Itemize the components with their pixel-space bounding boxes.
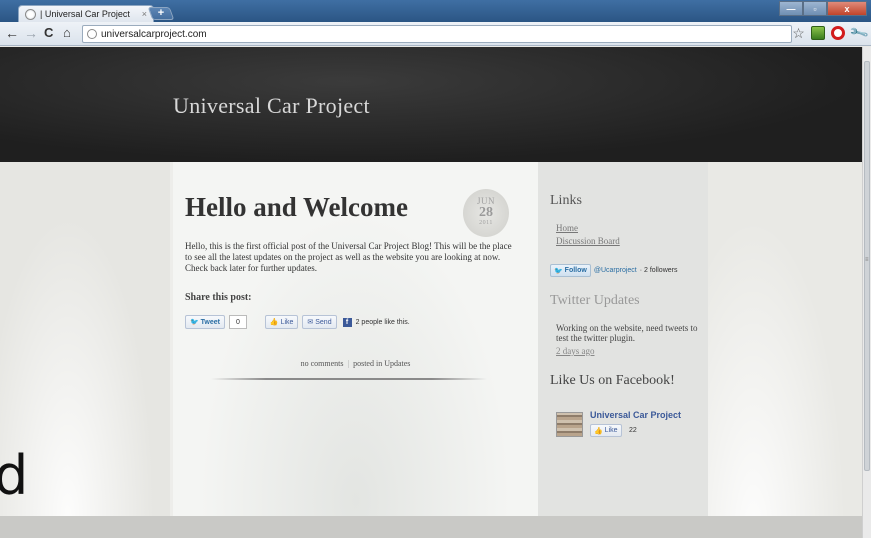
- overlay-glyph: d: [0, 444, 29, 507]
- send-label: Send: [315, 318, 332, 326]
- follower-count: · 2 followers: [639, 267, 678, 274]
- tweet-label: Tweet: [200, 318, 220, 326]
- facebook-like-box: Universal Car Project 👍 Like 22: [556, 410, 696, 444]
- close-window-button[interactable]: x: [827, 1, 867, 16]
- tab-title: | Universal Car Project: [40, 9, 130, 19]
- wrench-menu-icon[interactable]: 🔧: [848, 22, 870, 43]
- globe-icon: [87, 29, 97, 39]
- date-badge: JUN 28 2011: [463, 189, 509, 237]
- facebook-like-button[interactable]: 👍 Like: [264, 315, 299, 329]
- date-month: JUN: [476, 196, 495, 206]
- facebook-page-like-button[interactable]: 👍 Like: [590, 424, 622, 437]
- toolbar-right: ☆ 🔧: [792, 22, 870, 43]
- page-viewport: Universal Car Project Hello and Welcome …: [0, 47, 862, 538]
- url-text[interactable]: universalcarproject.com: [101, 29, 207, 40]
- reload-icon[interactable]: C: [44, 25, 53, 41]
- facebook-page-thumbnail[interactable]: [556, 412, 583, 437]
- scroll-grip-icon: ≡: [865, 257, 869, 263]
- vertical-scrollbar[interactable]: ≡: [862, 47, 871, 538]
- back-arrow-icon[interactable]: ←: [5, 25, 19, 41]
- follow-button[interactable]: 🐦 Follow: [550, 264, 591, 277]
- site-header: Universal Car Project: [0, 47, 862, 162]
- minimize-button[interactable]: —: [779, 1, 803, 16]
- forward-arrow-icon[interactable]: →: [24, 25, 38, 41]
- page-footer: [0, 516, 862, 538]
- comments-link[interactable]: no comments: [301, 359, 344, 368]
- new-tab-button[interactable]: +: [147, 7, 175, 20]
- meta-separator: |: [347, 359, 350, 368]
- plus-icon: +: [157, 7, 165, 19]
- home-icon[interactable]: ⌂: [63, 25, 71, 41]
- site-title[interactable]: Universal Car Project: [173, 93, 370, 119]
- sidebar-link-home[interactable]: Home: [556, 223, 578, 233]
- tweet-count: 0: [229, 315, 247, 329]
- scroll-thumb[interactable]: [864, 61, 870, 471]
- like-label: Like: [280, 318, 294, 326]
- post-title[interactable]: Hello and Welcome: [185, 192, 408, 223]
- twitter-updates-heading: Twitter Updates: [550, 293, 640, 308]
- address-bar[interactable]: universalcarproject.com: [82, 25, 792, 43]
- twitter-follow: 🐦 Follow @Ucarproject · 2 followers: [550, 264, 677, 277]
- tweet-button[interactable]: 🐦 Tweet: [185, 315, 225, 329]
- posted-in-label: posted in: [353, 359, 383, 368]
- tweet-time-link[interactable]: 2 days ago: [556, 346, 595, 356]
- facebook-icon: f: [342, 317, 352, 327]
- extension-icon[interactable]: [810, 26, 825, 40]
- maximize-button[interactable]: ▫: [803, 1, 827, 16]
- bookmark-star-icon[interactable]: ☆: [792, 26, 805, 40]
- twitter-handle[interactable]: @Ucarproject: [594, 267, 637, 274]
- date-year: 2011: [479, 220, 493, 226]
- facebook-heading: Like Us on Facebook!: [550, 373, 675, 388]
- browser-toolbar: ← → C ⌂ universalcarproject.com ☆ 🔧: [0, 22, 871, 46]
- opera-extension-icon[interactable]: [830, 26, 845, 40]
- date-day: 28: [479, 205, 493, 220]
- share-buttons: 🐦 Tweet 0 👍 Like ✉ Send f 2 people like …: [185, 315, 410, 329]
- facebook-send-button[interactable]: ✉ Send: [302, 315, 337, 329]
- links-heading: Links: [550, 193, 582, 208]
- follow-label: Follow: [564, 267, 587, 274]
- likes-count-text: 2 people like this.: [355, 318, 410, 326]
- background-right: [707, 162, 862, 538]
- share-label: Share this post:: [185, 292, 252, 303]
- fb-like-label: Like: [604, 427, 618, 434]
- post-meta: no comments | posted in Updates: [173, 359, 538, 368]
- tab-close-icon[interactable]: ×: [142, 9, 147, 19]
- facebook-page-name[interactable]: Universal Car Project: [590, 410, 681, 420]
- tweet-text: Working on the website, need tweets to t…: [556, 323, 698, 343]
- window-controls: — ▫ x: [779, 1, 867, 16]
- post-divider: [211, 378, 487, 380]
- page-favicon-icon: [25, 8, 36, 20]
- sidebar: Links Home Discussion Board 🐦 Follow @Uc…: [538, 162, 708, 538]
- browser-tab[interactable]: | Universal Car Project ×: [18, 5, 154, 22]
- browser-title-bar: | Universal Car Project × + — ▫ x: [0, 0, 871, 22]
- category-link[interactable]: Updates: [384, 359, 410, 368]
- facebook-like-count: 22: [629, 427, 637, 434]
- post-body: Hello, this is the first official post o…: [185, 241, 512, 273]
- sidebar-link-discussion-board[interactable]: Discussion Board: [556, 236, 620, 246]
- post-column: Hello and Welcome JUN 28 2011 Hello, thi…: [173, 162, 538, 538]
